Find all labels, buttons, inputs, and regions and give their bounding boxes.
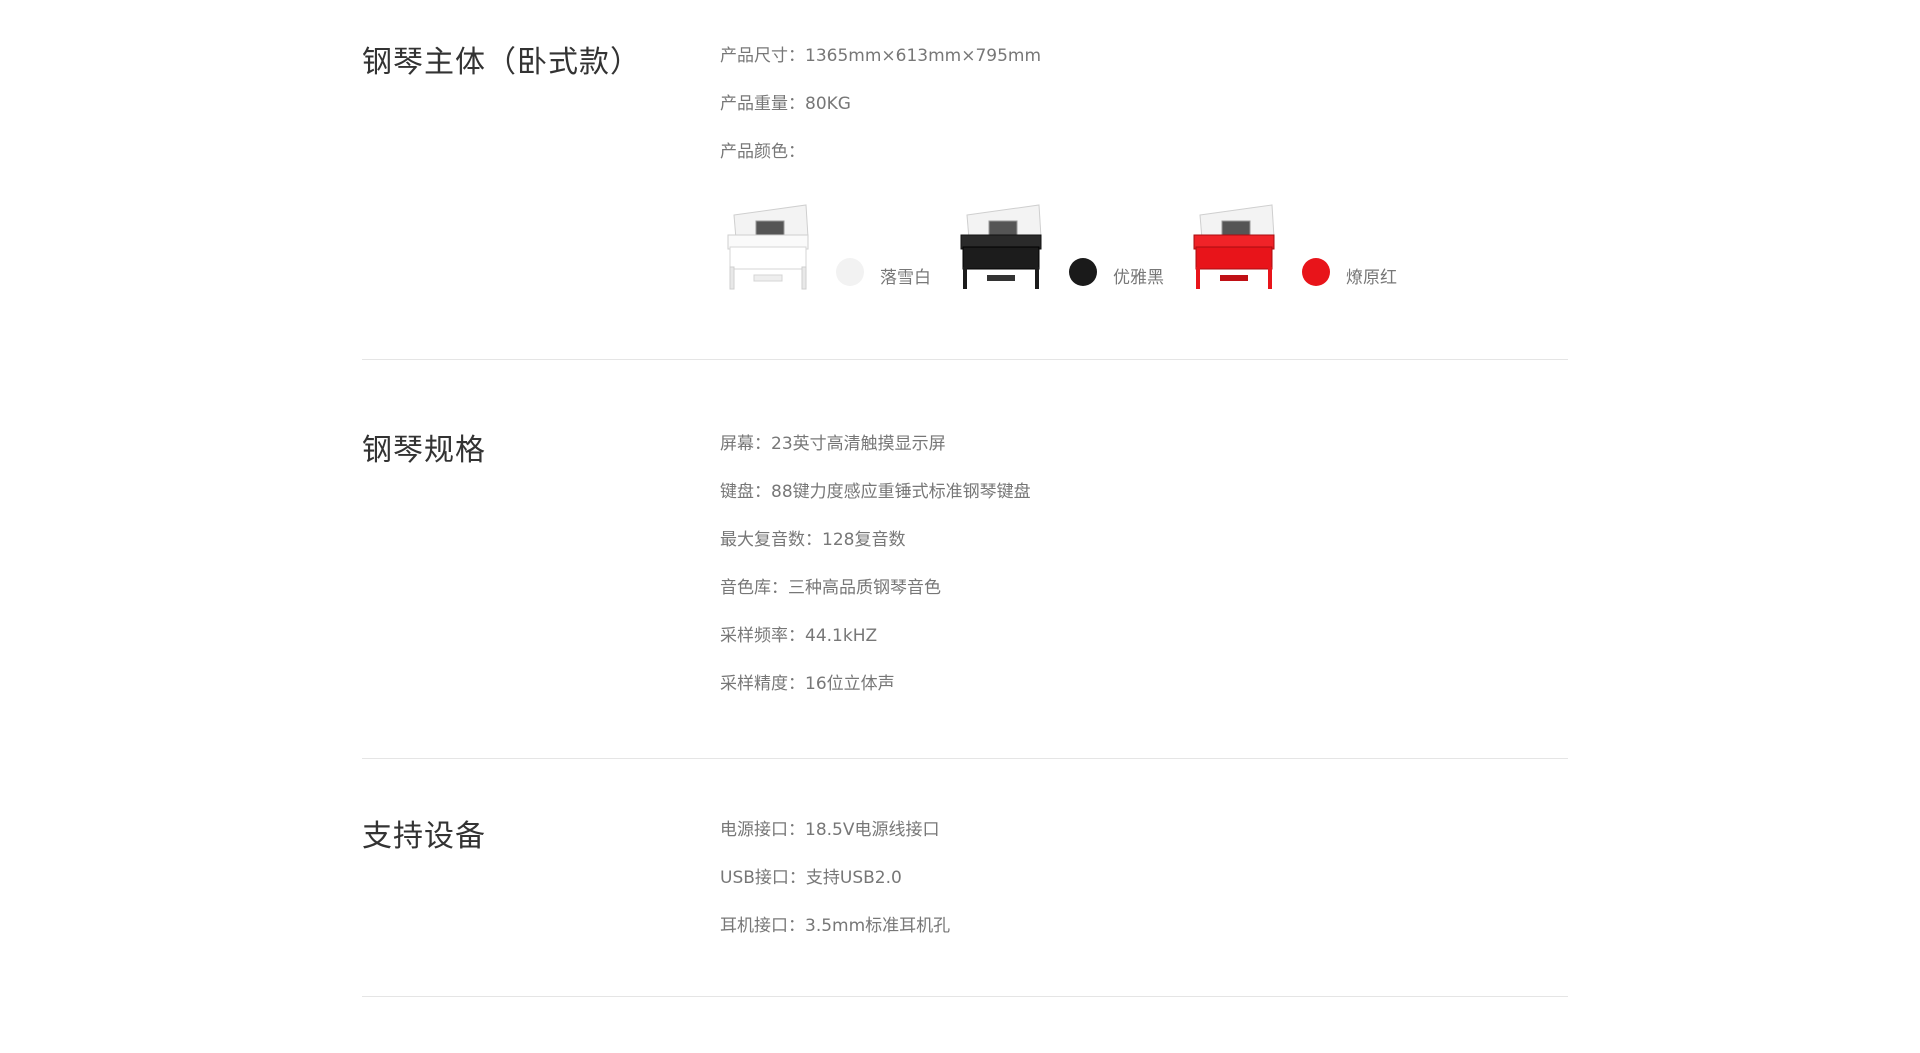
spec-tone-library: 音色库：三种高品质钢琴音色 xyxy=(720,578,941,598)
piano-white-image xyxy=(727,204,809,290)
spec-weight: 产品重量：80KG xyxy=(720,94,851,114)
color-option-white[interactable]: 落雪白 xyxy=(720,197,931,293)
section-piano-body: 钢琴主体（卧式款） 产品尺寸：1365mm×613mm×795mm 产品重量：8… xyxy=(362,43,1568,293)
spec-screen: 屏幕：23英寸高清触摸显示屏 xyxy=(720,434,946,454)
section-supported-devices: 支持设备 电源接口：18.5V电源线接口 USB接口：支持USB2.0 耳机接口… xyxy=(362,817,1568,977)
spec-headphone-port: 耳机接口：3.5mm标准耳机孔 xyxy=(720,916,951,936)
swatch-white[interactable] xyxy=(836,258,864,286)
divider-1 xyxy=(362,359,1568,360)
spec-page: 钢琴主体（卧式款） 产品尺寸：1365mm×613mm×795mm 产品重量：8… xyxy=(0,0,1920,1053)
swatch-black[interactable] xyxy=(1069,258,1097,286)
spec-power-port: 电源接口：18.5V电源线接口 xyxy=(720,820,940,840)
spec-sampling-rate: 采样频率：44.1kHZ xyxy=(720,626,878,646)
section-title-supported-devices: 支持设备 xyxy=(362,819,486,854)
piano-black-image xyxy=(960,204,1042,289)
color-option-black[interactable]: 优雅黑 xyxy=(953,197,1164,293)
spec-list-piano-body: 产品尺寸：1365mm×613mm×795mm 产品重量：80KG 产品颜色： xyxy=(720,43,1041,187)
spec-polyphony: 最大复音数：128复音数 xyxy=(720,530,906,550)
spec-usb-port: USB接口：支持USB2.0 xyxy=(720,868,902,888)
color-options: 落雪白 优雅黑 燎原红 xyxy=(720,193,1419,293)
spec-keyboard: 键盘：88键力度感应重锤式标准钢琴键盘 xyxy=(720,482,1031,502)
spec-list-piano-specs: 屏幕：23英寸高清触摸显示屏 键盘：88键力度感应重锤式标准钢琴键盘 最大复音数… xyxy=(720,431,1031,719)
divider-3 xyxy=(362,996,1568,997)
section-title-piano-body: 钢琴主体（卧式款） xyxy=(362,45,641,80)
section-piano-specs: 钢琴规格 屏幕：23英寸高清触摸显示屏 键盘：88键力度感应重锤式标准钢琴键盘 … xyxy=(362,431,1568,721)
spec-sampling-depth: 采样精度：16位立体声 xyxy=(720,674,895,694)
color-name-black: 优雅黑 xyxy=(1113,268,1164,288)
color-name-red: 燎原红 xyxy=(1346,268,1397,288)
color-name-white: 落雪白 xyxy=(880,268,931,288)
swatch-red[interactable] xyxy=(1302,258,1330,286)
spec-size: 产品尺寸：1365mm×613mm×795mm xyxy=(720,46,1042,66)
piano-red-image xyxy=(1193,204,1275,289)
divider-2 xyxy=(362,758,1568,759)
color-option-red[interactable]: 燎原红 xyxy=(1186,197,1397,293)
section-title-piano-specs: 钢琴规格 xyxy=(362,433,486,468)
spec-list-supported-devices: 电源接口：18.5V电源线接口 USB接口：支持USB2.0 耳机接口：3.5m… xyxy=(720,817,950,961)
spec-color-label: 产品颜色： xyxy=(720,142,805,162)
